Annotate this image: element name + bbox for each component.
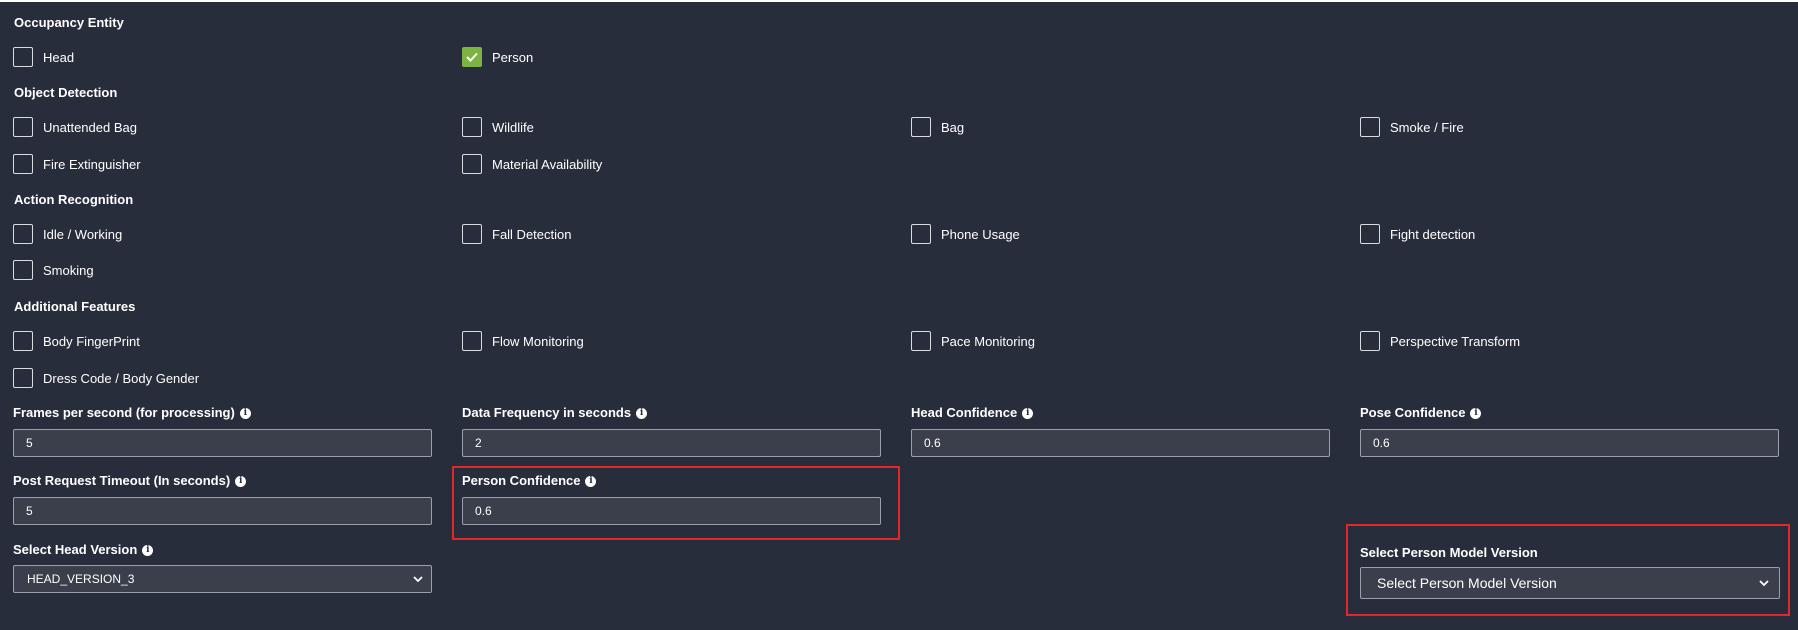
fps-input[interactable] — [13, 429, 432, 457]
head-confidence-label: Head Confidence i — [911, 405, 1034, 421]
person-model-version-label-text: Select Person Model Version — [1360, 545, 1538, 560]
checkbox-box-checked[interactable] — [462, 47, 482, 67]
checkbox-box[interactable] — [462, 331, 482, 351]
person-confidence-label: Person Confidence i — [462, 473, 597, 489]
checkbox-box[interactable] — [13, 117, 33, 137]
person-confidence-label-text: Person Confidence — [462, 473, 581, 488]
checkbox-idle-working[interactable]: Idle / Working — [13, 222, 122, 246]
checkbox-body-fingerprint[interactable]: Body FingerPrint — [13, 329, 140, 353]
info-icon[interactable]: i — [1470, 407, 1482, 419]
checkbox-fall-detection[interactable]: Fall Detection — [462, 222, 571, 246]
checkbox-box[interactable] — [13, 331, 33, 351]
pose-confidence-label: Pose Confidence i — [1360, 405, 1482, 421]
section-heading-additional-features: Additional Features — [14, 299, 136, 314]
checkbox-label: Pace Monitoring — [941, 333, 1035, 349]
post-timeout-input[interactable] — [13, 497, 432, 525]
detection-settings-panel: Occupancy Entity Head Person Object Dete… — [0, 0, 1798, 630]
checkbox-person[interactable]: Person — [462, 45, 533, 69]
checkbox-material-availability[interactable]: Material Availability — [462, 152, 602, 176]
post-timeout-label: Post Request Timeout (In seconds) i — [13, 473, 247, 489]
checkbox-head[interactable]: Head — [13, 45, 74, 69]
pose-confidence-label-text: Pose Confidence — [1360, 405, 1466, 420]
checkbox-bag[interactable]: Bag — [911, 115, 964, 139]
person-model-version-label: Select Person Model Version — [1360, 545, 1538, 561]
checkbox-label: Idle / Working — [43, 226, 123, 242]
checkbox-box[interactable] — [1360, 117, 1380, 137]
info-icon[interactable]: i — [142, 544, 154, 556]
checkbox-label: Fight detection — [1390, 226, 1476, 242]
checkbox-label: Fall Detection — [492, 226, 572, 242]
fps-label-text: Frames per second (for processing) — [13, 405, 235, 420]
checkbox-label: Perspective Transform — [1390, 333, 1521, 349]
checkbox-label: Wildlife — [492, 119, 534, 135]
checkbox-label: Person — [492, 49, 534, 65]
data-frequency-input[interactable] — [462, 429, 881, 457]
checkbox-box[interactable] — [13, 368, 33, 388]
checkbox-flow-monitoring[interactable]: Flow Monitoring — [462, 329, 584, 353]
checkbox-smoke-fire[interactable]: Smoke / Fire — [1360, 115, 1464, 139]
section-heading-occupancy: Occupancy Entity — [14, 15, 124, 30]
checkbox-unattended-bag[interactable]: Unattended Bag — [13, 115, 137, 139]
checkbox-perspective-transform[interactable]: Perspective Transform — [1360, 329, 1520, 353]
person-confidence-input[interactable] — [462, 497, 881, 525]
checkbox-label: Smoke / Fire — [1390, 119, 1464, 135]
checkbox-smoking[interactable]: Smoking — [13, 258, 94, 282]
checkbox-label: Head — [43, 49, 75, 65]
section-heading-object-detection: Object Detection — [14, 85, 118, 100]
checkbox-dress-code[interactable]: Dress Code / Body Gender — [13, 366, 199, 390]
head-version-select[interactable]: HEAD_VERSION_3 — [13, 565, 432, 593]
checkbox-box[interactable] — [13, 47, 33, 67]
checkbox-box[interactable] — [911, 117, 931, 137]
checkbox-label: Bag — [941, 119, 965, 135]
chevron-down-icon — [1759, 580, 1769, 587]
head-confidence-label-text: Head Confidence — [911, 405, 1018, 420]
checkbox-label: Flow Monitoring — [492, 333, 584, 349]
checkbox-box[interactable] — [462, 224, 482, 244]
checkbox-box[interactable] — [462, 154, 482, 174]
pose-confidence-input[interactable] — [1360, 429, 1779, 457]
checkbox-fight-detection[interactable]: Fight detection — [1360, 222, 1475, 246]
checkbox-label: Smoking — [43, 262, 94, 278]
head-version-label-text: Select Head Version — [13, 542, 138, 557]
chevron-down-icon — [413, 576, 423, 583]
head-confidence-input[interactable] — [911, 429, 1330, 457]
info-icon[interactable]: i — [585, 475, 597, 487]
fps-label: Frames per second (for processing) i — [13, 405, 251, 421]
checkbox-wildlife[interactable]: Wildlife — [462, 115, 534, 139]
checkbox-box[interactable] — [911, 224, 931, 244]
checkbox-label: Phone Usage — [941, 226, 1020, 242]
checkbox-box[interactable] — [13, 224, 33, 244]
head-version-label: Select Head Version i — [13, 542, 154, 558]
head-version-value: HEAD_VERSION_3 — [27, 572, 135, 586]
section-heading-action-recognition: Action Recognition — [14, 192, 134, 207]
checkbox-box[interactable] — [1360, 224, 1380, 244]
person-model-version-value: Select Person Model Version — [1377, 575, 1557, 591]
checkbox-label: Unattended Bag — [43, 119, 137, 135]
data-frequency-label: Data Frequency in seconds i — [462, 405, 648, 421]
checkbox-fire-extinguisher[interactable]: Fire Extinguisher — [13, 152, 141, 176]
info-icon[interactable]: i — [1022, 407, 1034, 419]
post-timeout-label-text: Post Request Timeout (In seconds) — [13, 473, 231, 488]
info-icon[interactable]: i — [636, 407, 648, 419]
checkbox-box[interactable] — [13, 260, 33, 280]
data-frequency-label-text: Data Frequency in seconds — [462, 405, 632, 420]
checkbox-box[interactable] — [13, 154, 33, 174]
info-icon[interactable]: i — [235, 475, 247, 487]
check-icon — [466, 52, 478, 62]
info-icon[interactable]: i — [239, 407, 251, 419]
checkbox-phone-usage[interactable]: Phone Usage — [911, 222, 1020, 246]
checkbox-box[interactable] — [911, 331, 931, 351]
checkbox-label: Body FingerPrint — [43, 333, 140, 349]
checkbox-box[interactable] — [462, 117, 482, 137]
checkbox-box[interactable] — [1360, 331, 1380, 351]
checkbox-pace-monitoring[interactable]: Pace Monitoring — [911, 329, 1035, 353]
person-model-version-select[interactable]: Select Person Model Version — [1360, 567, 1780, 599]
checkbox-label: Dress Code / Body Gender — [43, 370, 200, 386]
checkbox-label: Material Availability — [492, 156, 603, 172]
checkbox-label: Fire Extinguisher — [43, 156, 141, 172]
